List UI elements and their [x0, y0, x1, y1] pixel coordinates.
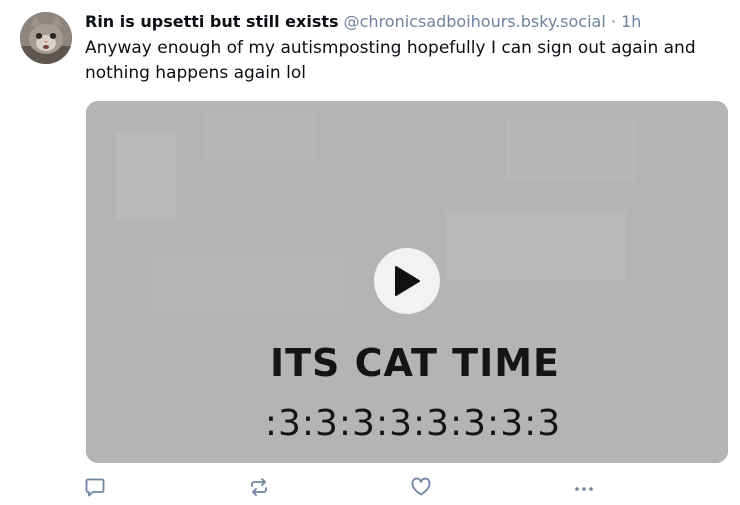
video-embed[interactable]: ITS CAT TIME :3:3:3:3:3:3:3:3: [86, 101, 728, 463]
more-options-button[interactable]: [571, 474, 597, 500]
post-actions: [0, 474, 740, 500]
post-text: Anyway enough of my autismposting hopefu…: [85, 38, 696, 83]
heart-icon: [411, 477, 431, 496]
repost-button[interactable]: [246, 474, 272, 500]
author-handle[interactable]: @chronicsadboihours.bsky.social: [344, 12, 606, 31]
reply-button[interactable]: [82, 474, 108, 500]
video-caption-line1: ITS CAT TIME: [270, 341, 560, 385]
post-timestamp[interactable]: 1h: [621, 12, 641, 31]
like-button[interactable]: [408, 474, 434, 500]
author-display-name[interactable]: Rin is upsetti but still exists: [85, 12, 339, 31]
speech-bubble-icon: [85, 478, 105, 497]
post[interactable]: Rin is upsetti but still exists @chronic…: [0, 0, 740, 505]
ellipsis-icon: [575, 487, 593, 491]
play-icon: [395, 266, 420, 296]
cat-avatar-image: [20, 12, 72, 64]
repost-arrows-icon: [251, 478, 267, 496]
video-caption-line2: :3:3:3:3:3:3:3:3: [264, 403, 562, 444]
avatar[interactable]: [20, 12, 72, 64]
header-separator: ·: [610, 12, 616, 31]
post-header: Rin is upsetti but still exists @chronic…: [85, 10, 730, 34]
play-button[interactable]: [374, 248, 440, 314]
post-content: Rin is upsetti but still exists @chronic…: [85, 10, 730, 86]
